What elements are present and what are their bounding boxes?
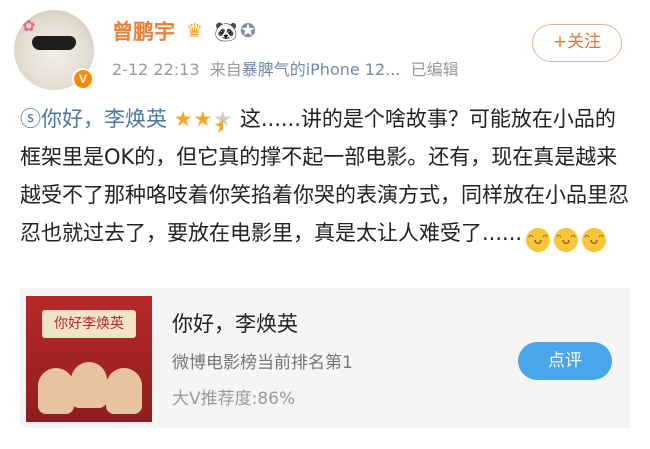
review-button[interactable]: 点评 (518, 342, 612, 380)
smile-emoji-icon: ᵔᴗᵔ (554, 228, 579, 252)
half-star-icon: ★ (213, 107, 233, 131)
medal-icon[interactable]: ✪ (240, 18, 256, 44)
poster-figure (38, 368, 74, 414)
source-prefix: 来自 (209, 60, 242, 79)
edited-label: 已编辑 (410, 60, 459, 79)
verified-badge-icon: V (72, 68, 94, 90)
post-time: 2-12 22:13 (112, 60, 200, 79)
follow-button[interactable]: +关注 (532, 24, 622, 62)
movie-poster[interactable]: 你好李焕英 (26, 296, 152, 422)
movie-card[interactable]: 你好李焕英 你好，李焕英 微博电影榜当前排名第1 大V推荐度:86% 点评 (20, 288, 630, 428)
username[interactable]: 曾鹏宇 (112, 16, 175, 46)
post-text: ⓢ你好，李焕英 ★★★ 这......讲的是个啥故事？可能放在小品的框架里是OK… (20, 100, 634, 252)
movie-recommend-rate: 大V推荐度:86% (172, 389, 296, 409)
blossom-icon: ✿ (22, 16, 36, 35)
rating-stars: ★★★ (174, 100, 233, 138)
sunglasses-icon (32, 36, 76, 50)
panda-icon[interactable]: 🐼 (214, 18, 238, 44)
smile-emoji-icon: ᵔᴗᵔ (582, 228, 607, 252)
poster-figure (106, 368, 142, 414)
movie-rank: 微博电影榜当前排名第1 (172, 353, 353, 373)
poster-title: 你好李焕英 (42, 310, 136, 338)
smile-emoji-icon: ᵔᴗᵔ (526, 228, 551, 252)
movie-link-icon: ⓢ (20, 107, 41, 131)
star-icon: ★ (173, 107, 194, 131)
post-meta: 2-12 22:13 来自暴脾气的iPhone 12... 已编辑 (112, 56, 459, 80)
post-source[interactable]: 暴脾气的iPhone 12... (242, 60, 401, 79)
poster-figure (71, 362, 107, 408)
star-icon: ★ (193, 107, 214, 131)
movie-mention-link[interactable]: 你好，李焕英 (41, 107, 167, 131)
crown-icon[interactable]: ♛ (186, 18, 203, 44)
movie-title[interactable]: 你好，李焕英 (172, 308, 298, 338)
